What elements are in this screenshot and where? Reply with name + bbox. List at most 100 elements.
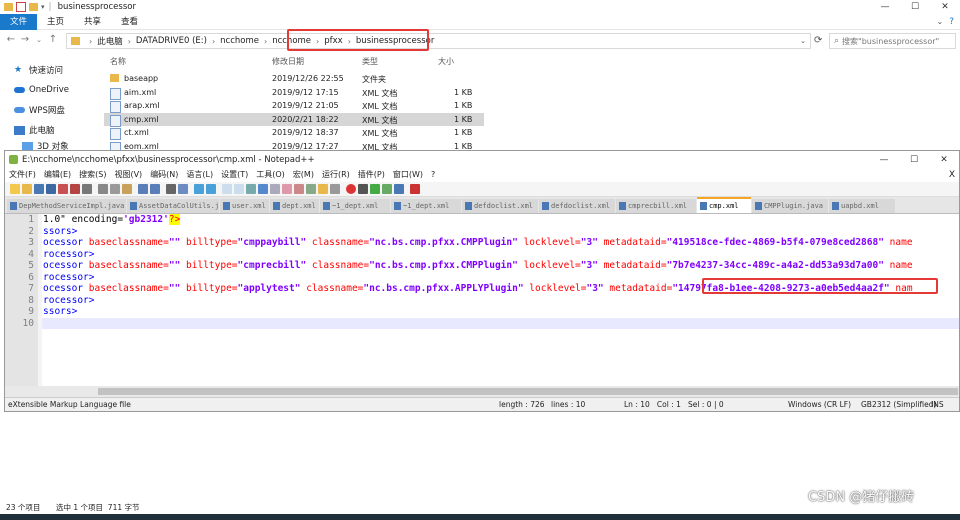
file-tab[interactable]: CMPPlugin.java [752,199,828,213]
menu-run[interactable]: 运行(R) [318,168,354,182]
show-all-chars-icon[interactable] [258,184,268,194]
file-row[interactable]: aim.xml 2019/9/12 17:15 XML 文档 1 KB [104,86,484,100]
menu-file[interactable]: 文件(F) [5,168,40,182]
file-tab[interactable]: dept.xml [270,199,319,213]
nav-item-wps[interactable]: WPS网盘 [0,100,103,120]
forward-icon[interactable]: → [18,34,32,45]
minimize-icon[interactable]: — [869,155,899,165]
file-tab[interactable]: uapbd.xml [829,199,895,213]
file-tab[interactable]: cmprecbill.xml [616,199,696,213]
nav-item-this-pc[interactable]: 此电脑 [0,120,103,140]
code-editor[interactable]: 1 2 3 4 5 6 7 8 9 10 1.0" encoding='gb2312'?> sso… [5,214,959,386]
nav-item-onedrive[interactable]: OneDrive [0,80,103,100]
nav-item-quick-access[interactable]: ★ 快速访问 [0,60,103,80]
run-macro-multiple-icon[interactable] [382,184,392,194]
stop-macro-icon[interactable] [358,184,368,194]
print-icon[interactable] [82,184,92,194]
horizontal-scrollbar[interactable] [5,386,959,397]
menu-settings[interactable]: 设置(T) [217,168,252,182]
menu-plugins[interactable]: 插件(P) [354,168,389,182]
copy-icon[interactable] [110,184,120,194]
breadcrumb-item[interactable]: ncchome [220,36,259,46]
close-doc-icon[interactable]: X [949,170,955,180]
column-size[interactable]: 大小 [438,56,454,67]
column-name[interactable]: 名称 [110,56,126,67]
close-file-icon[interactable] [58,184,68,194]
zoom-in-icon[interactable] [194,184,204,194]
monitoring-icon[interactable] [330,184,340,194]
indent-guide-icon[interactable] [270,184,280,194]
word-wrap-icon[interactable] [246,184,256,194]
chevron-down-icon[interactable]: ▾ [41,3,45,11]
back-icon[interactable]: ← [4,34,18,45]
menu-macro[interactable]: 宏(M) [289,168,318,182]
new-file-icon[interactable] [10,184,20,194]
file-row[interactable]: cmp.xml 2020/2/21 18:22 XML 文档 1 KB [104,112,484,127]
chevron-down-icon[interactable]: ⌄ [937,17,944,26]
flag-icon[interactable] [410,184,420,194]
refresh-icon[interactable]: ⟳ [814,35,822,46]
maximize-icon[interactable]: ☐ [899,155,929,165]
folder-icon[interactable] [29,3,38,11]
search-input[interactable]: ⌕ 搜索"businessprocessor" [829,33,956,49]
folder-workspace-icon[interactable] [318,184,328,194]
doc-map-icon[interactable] [294,184,304,194]
find-icon[interactable] [166,184,176,194]
redo-icon[interactable] [150,184,160,194]
maximize-icon[interactable]: ☐ [900,2,930,12]
lang-define-icon[interactable] [282,184,292,194]
menu-tools[interactable]: 工具(O) [252,168,289,182]
cut-icon[interactable] [98,184,108,194]
menu-encoding[interactable]: 编码(N) [146,168,182,182]
file-tab[interactable]: ~1_dept.xml [391,199,461,213]
breadcrumb-item[interactable]: 此电脑 [97,35,123,47]
up-icon[interactable]: ↑ [46,34,60,45]
file-tab[interactable]: defdoclist.xml [462,199,538,213]
file-tab[interactable]: defdoclist.xml [539,199,615,213]
menu-view[interactable]: 视图(V) [110,168,146,182]
checkmark-icon[interactable] [16,2,26,12]
chevron-down-icon[interactable]: ⌄ [800,37,806,45]
paste-icon[interactable] [122,184,132,194]
menu-edit[interactable]: 编辑(E) [40,168,75,182]
breadcrumb-item[interactable]: DATADRIVE0 (E:) [136,36,207,46]
sync-horizontal-icon[interactable] [234,184,244,194]
recent-chevron-icon[interactable]: ⌄ [32,36,46,44]
close-all-icon[interactable] [70,184,80,194]
ribbon-tab-file[interactable]: 文件 [0,13,38,30]
save-all-icon[interactable] [46,184,56,194]
help-icon[interactable]: ? [949,17,954,27]
file-tab[interactable]: DepMethodServiceImpl.java [7,199,126,213]
play-macro-icon[interactable] [370,184,380,194]
save-macro-icon[interactable] [394,184,404,194]
open-file-icon[interactable] [22,184,32,194]
file-row[interactable]: arap.xml 2019/9/12 21:05 XML 文档 1 KB [104,99,484,113]
file-tab[interactable]: cmp.xml [697,197,751,213]
ribbon-tab-home[interactable]: 主页 [37,14,74,30]
replace-icon[interactable] [178,184,188,194]
menu-search[interactable]: 搜索(S) [75,168,110,182]
sync-vertical-icon[interactable] [222,184,232,194]
file-tab[interactable]: ~1_dept.xml [320,199,390,213]
close-icon[interactable]: ✕ [930,2,960,12]
scrollbar-thumb[interactable] [98,388,958,395]
minimize-icon[interactable]: — [870,2,900,12]
ribbon-tab-share[interactable]: 共享 [74,14,111,30]
column-type[interactable]: 类型 [362,56,378,67]
save-icon[interactable] [34,184,44,194]
record-macro-icon[interactable] [346,184,356,194]
zoom-out-icon[interactable] [206,184,216,194]
menu-help[interactable]: ? [427,168,439,182]
file-tab[interactable]: AssetDataColUtils.java [127,199,219,213]
menu-window[interactable]: 窗口(W) [389,168,427,182]
column-date[interactable]: 修改日期 [272,56,304,67]
close-icon[interactable]: ✕ [929,155,959,165]
function-list-icon[interactable] [306,184,316,194]
address-box[interactable]: › 此电脑 › DATADRIVE0 (E:) › ncchome › ncch… [66,33,811,49]
file-tab[interactable]: user.xml [220,199,269,213]
ribbon-tab-view[interactable]: 查看 [111,14,148,30]
undo-icon[interactable] [138,184,148,194]
file-row[interactable]: baseapp 2019/12/26 22:55 文件夹 [104,72,484,86]
menu-language[interactable]: 语言(L) [182,168,217,182]
file-row[interactable]: ct.xml 2019/9/12 18:37 XML 文档 1 KB [104,126,484,140]
